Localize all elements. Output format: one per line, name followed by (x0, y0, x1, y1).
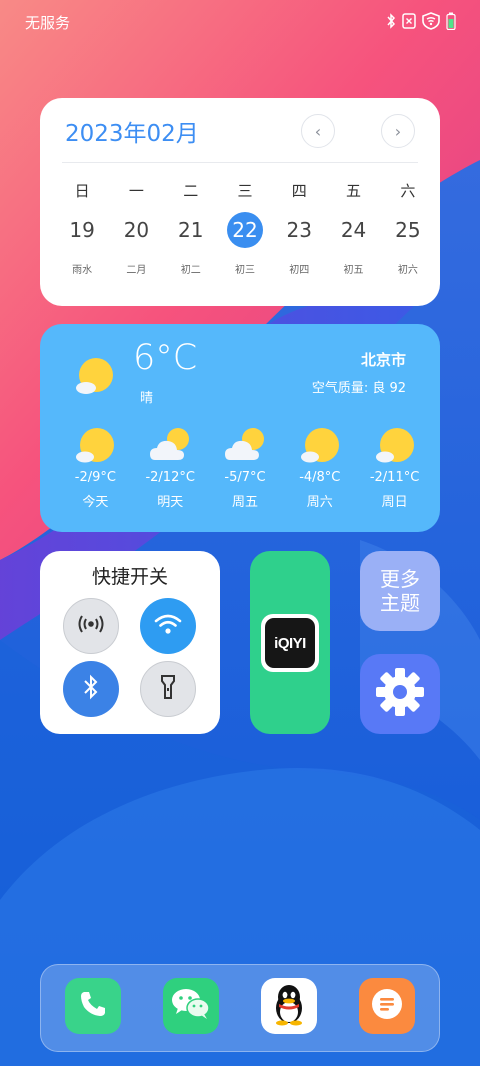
forecast-temp-range: -2/12°C (145, 470, 195, 485)
forecast-temp-range: -2/11°C (369, 470, 420, 485)
status-bar: 无服务 (0, 0, 480, 46)
carrier-label: 无服务 (25, 14, 71, 32)
sunny-cloud-icon (357, 426, 432, 466)
iqiyi-logo-text: iQIYI (265, 618, 315, 668)
gear-icon (374, 666, 426, 722)
current-temperature: 6°C (133, 338, 198, 378)
flashlight-icon (160, 674, 176, 704)
notes-icon (370, 987, 404, 1025)
hotspot-icon (77, 614, 105, 638)
calendar-lunar-row: 雨水 二月 初二 初三 初四 初五 初六 (55, 261, 435, 276)
forecast-day-label: 周日 (381, 495, 408, 510)
calendar-dates: 19 20 21 22 23 24 25 (55, 212, 435, 248)
calendar-date[interactable]: 19 (64, 212, 100, 248)
forecast-temp-range: -4/8°C (299, 470, 341, 485)
lunar-label: 初六 (397, 265, 418, 276)
forecast-day: -5/7°C 周五 (208, 426, 283, 510)
air-quality: 空气质量: 良 92 (311, 381, 406, 396)
weekday-label: 日 (74, 182, 90, 200)
more-themes-button[interactable]: 更多 主题 (360, 551, 440, 631)
sunny-cloud-icon (72, 354, 118, 404)
weekday-label: 四 (291, 182, 307, 200)
calendar-month-title: 2023年02月 (65, 121, 199, 147)
calendar-date[interactable]: 21 (173, 212, 209, 248)
weekday-label: 一 (128, 182, 144, 200)
lunar-label: 初五 (343, 265, 364, 276)
weather-widget[interactable]: 6°C 晴 北京市 空气质量: 良 92 -2/9°C 今天 -2/12°C 明… (40, 324, 440, 532)
bluetooth-icon (386, 13, 396, 33)
weekday-label: 二 (183, 182, 199, 200)
forecast-row: -2/9°C 今天 -2/12°C 明天 -5/7°C 周五 -4/8°C 周六… (58, 426, 432, 510)
lunar-label: 雨水 (72, 265, 93, 276)
chevron-left-icon: ‹ (314, 121, 322, 141)
iqiyi-app-icon[interactable]: iQIYI (261, 614, 319, 672)
wechat-app[interactable] (163, 978, 219, 1034)
calendar-widget[interactable]: 2023年02月 ‹ › 日 一 二 三 四 五 六 19 20 21 22 2… (40, 98, 440, 306)
battery-icon (446, 12, 456, 34)
calendar-date[interactable]: 25 (390, 212, 426, 248)
lunar-label: 初四 (289, 265, 310, 276)
sunny-cloud-icon (282, 426, 357, 466)
flashlight-toggle[interactable] (140, 661, 196, 717)
city-name: 北京市 (360, 351, 406, 369)
lunar-label: 初二 (180, 265, 201, 276)
qq-icon (271, 982, 307, 1030)
weekday-label: 六 (400, 182, 416, 200)
wifi-icon (154, 613, 182, 639)
weekday-label: 三 (237, 182, 253, 200)
quick-toggles-widget: 快捷开关 (40, 551, 220, 734)
forecast-temp-range: -5/7°C (224, 470, 266, 485)
forecast-day: -4/8°C 周六 (282, 426, 357, 510)
forecast-temp-range: -2/9°C (74, 470, 116, 485)
wifi-icon (422, 12, 440, 34)
phone-icon (78, 989, 108, 1023)
weekday-label: 五 (346, 182, 362, 200)
qq-app[interactable] (261, 978, 317, 1034)
lunar-label: 初三 (234, 265, 255, 276)
more-themes-label-line1: 更多 (380, 567, 420, 591)
forecast-day: -2/11°C 周日 (357, 426, 432, 510)
calendar-date[interactable]: 24 (336, 212, 372, 248)
sunny-cloud-icon (58, 426, 133, 466)
dock (40, 964, 440, 1052)
notes-app[interactable] (359, 978, 415, 1034)
more-themes-label-line2: 主题 (380, 591, 420, 615)
forecast-day-label: 周五 (231, 495, 258, 510)
status-icons (386, 12, 456, 34)
chevron-right-icon: › (394, 121, 402, 141)
quick-toggles-title: 快捷开关 (91, 566, 168, 588)
forecast-day-label: 周六 (306, 495, 333, 510)
forecast-day-label: 明天 (157, 495, 184, 510)
bluetooth-icon (83, 674, 99, 704)
forecast-day: -2/12°C 明天 (133, 426, 208, 510)
cloudy-sun-icon (133, 426, 208, 466)
calendar-weekdays: 日 一 二 三 四 五 六 (55, 180, 435, 201)
forecast-day: -2/9°C 今天 (58, 426, 133, 510)
wechat-icon (170, 987, 212, 1025)
hotspot-toggle[interactable] (63, 598, 119, 654)
cloudy-sun-icon (208, 426, 283, 466)
calendar-divider (62, 162, 418, 163)
bluetooth-toggle[interactable] (63, 661, 119, 717)
forecast-day-label: 今天 (82, 495, 109, 510)
settings-app-icon[interactable] (360, 654, 440, 734)
calendar-date[interactable]: 20 (118, 212, 154, 248)
calendar-prev-button[interactable]: ‹ (301, 114, 335, 148)
phone-app[interactable] (65, 978, 121, 1034)
calendar-next-button[interactable]: › (381, 114, 415, 148)
current-condition: 晴 (140, 391, 154, 406)
calendar-date-today[interactable]: 22 (226, 212, 263, 248)
no-sim-icon (402, 13, 416, 33)
lunar-label: 二月 (126, 265, 147, 276)
calendar-date[interactable]: 23 (281, 212, 317, 248)
wifi-toggle[interactable] (140, 598, 196, 654)
iqiyi-widget[interactable]: iQIYI (250, 551, 330, 734)
